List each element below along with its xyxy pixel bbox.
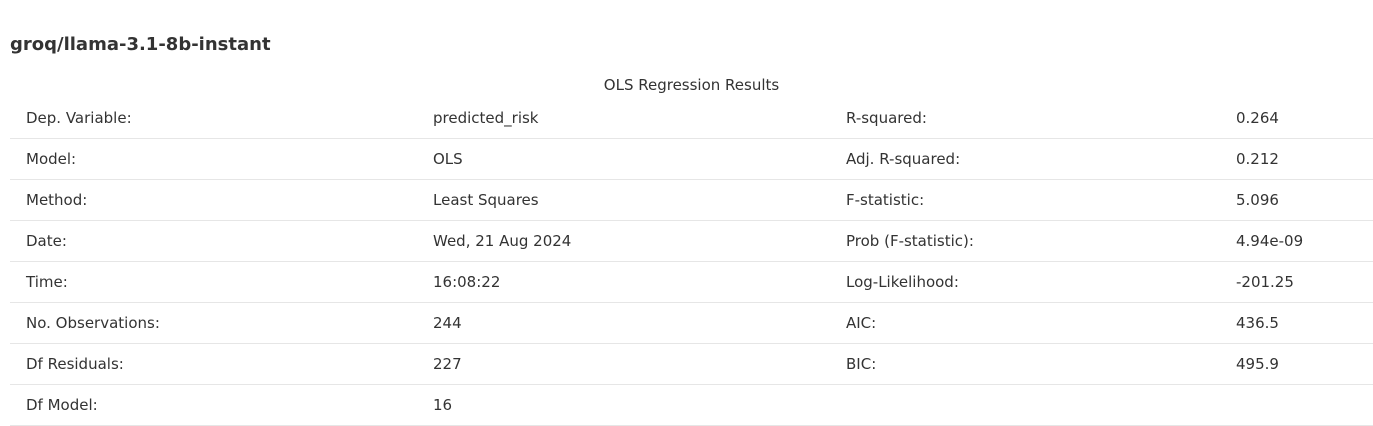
row-value-right: 0.264: [1220, 98, 1373, 139]
row-label-left: No. Observations:: [10, 302, 417, 344]
row-label-left: Method:: [10, 179, 417, 221]
row-label-right: Prob (F-statistic):: [830, 220, 1220, 262]
table-caption: OLS Regression Results: [603, 76, 780, 94]
table-row: No. Observations: 244 AIC: 436.5: [10, 302, 1373, 344]
row-value-left: 16: [417, 384, 830, 426]
row-label-left: Date:: [10, 220, 417, 262]
row-label-right: R-squared:: [830, 98, 1220, 139]
row-value-right: 4.94e-09: [1220, 220, 1373, 262]
row-label-left: Time:: [10, 261, 417, 303]
row-value-left: 244: [417, 302, 830, 344]
row-label-left: Model:: [10, 138, 417, 180]
row-value-left: 16:08:22: [417, 261, 830, 303]
row-label-left: Dep. Variable:: [10, 98, 417, 139]
row-value-right: [1220, 384, 1373, 426]
row-value-right: 0.212: [1220, 138, 1373, 180]
row-label-right: F-statistic:: [830, 179, 1220, 221]
row-value-left: 227: [417, 343, 830, 385]
row-value-right: 436.5: [1220, 302, 1373, 344]
ols-results-table: Dep. Variable: predicted_risk R-squared:…: [10, 98, 1373, 426]
row-label-right: Log-Likelihood:: [830, 261, 1220, 303]
model-heading: groq/llama-3.1-8b-instant: [10, 34, 271, 55]
row-label-left: Df Residuals:: [10, 343, 417, 385]
row-value-right: 495.9: [1220, 343, 1373, 385]
table-row: Df Model: 16: [10, 384, 1373, 426]
table-row: Time: 16:08:22 Log-Likelihood: -201.25: [10, 261, 1373, 303]
table-row: Method: Least Squares F-statistic: 5.096: [10, 179, 1373, 221]
row-value-right: -201.25: [1220, 261, 1373, 303]
row-value-left: OLS: [417, 138, 830, 180]
table-row: Model: OLS Adj. R-squared: 0.212: [10, 138, 1373, 180]
row-value-left: predicted_risk: [417, 98, 830, 139]
row-label-right: AIC:: [830, 302, 1220, 344]
row-value-left: Wed, 21 Aug 2024: [417, 220, 830, 262]
table-row: Df Residuals: 227 BIC: 495.9: [10, 343, 1373, 385]
row-value-right: 5.096: [1220, 179, 1373, 221]
row-label-right: BIC:: [830, 343, 1220, 385]
row-label-right: [830, 384, 1220, 426]
table-row: Date: Wed, 21 Aug 2024 Prob (F-statistic…: [10, 220, 1373, 262]
row-label-right: Adj. R-squared:: [830, 138, 1220, 180]
table-row: Dep. Variable: predicted_risk R-squared:…: [10, 98, 1373, 139]
row-value-left: Least Squares: [417, 179, 830, 221]
results-table-body: Dep. Variable: predicted_risk R-squared:…: [10, 98, 1373, 426]
row-label-left: Df Model:: [10, 384, 417, 426]
